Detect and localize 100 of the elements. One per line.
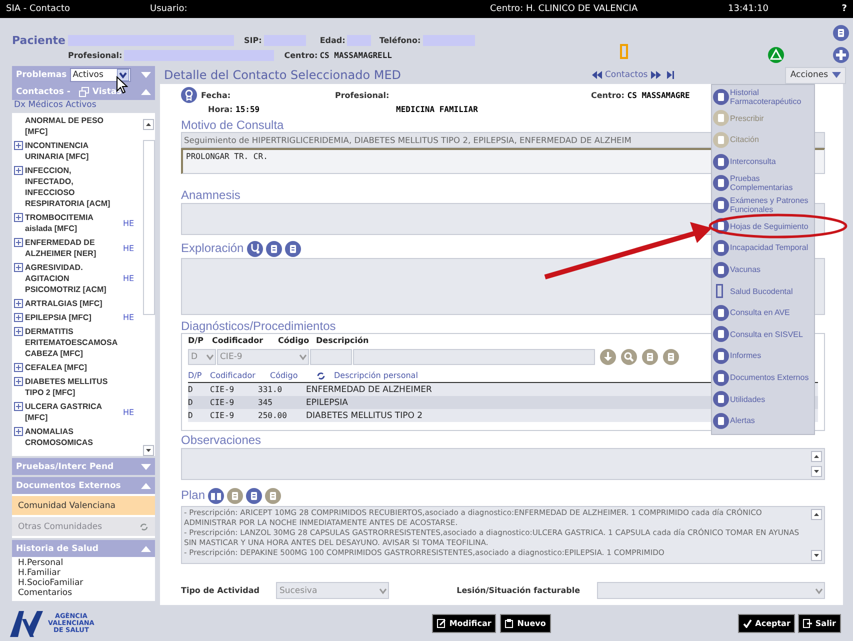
document-icon[interactable]	[227, 488, 244, 504]
scrollbar-thumb[interactable]	[143, 140, 155, 315]
stethoscope-icon[interactable]	[246, 241, 263, 257]
section-title: Anamnesis	[181, 188, 240, 202]
problem-item[interactable]: DERMATITIS ERITEMATOESCAMOSA CABEZA [MFC]	[25, 326, 121, 359]
list-icon[interactable]	[284, 241, 301, 257]
document-icon	[713, 391, 729, 408]
scroll-up-icon[interactable]	[143, 119, 154, 130]
problem-item[interactable]: ENFERMEDAD DE ALZHEIMER [NER]	[25, 237, 121, 259]
phone-label: Teléfono:	[379, 36, 421, 44]
expand-icon[interactable]	[14, 402, 23, 411]
expand-icon[interactable]	[14, 213, 23, 222]
menu-item[interactable]: Interconsulta	[712, 150, 814, 172]
history-link[interactable]: H.Familiar	[18, 568, 149, 578]
windows-icon[interactable]	[246, 488, 262, 504]
problem-tag: HE	[123, 408, 134, 416]
menu-item[interactable]: Historial Farmacoterapéutico	[712, 86, 814, 108]
next-icon[interactable]	[650, 71, 661, 79]
expand-icon[interactable]	[14, 327, 23, 336]
dropdown-arrow-icon[interactable]	[116, 68, 129, 80]
last-icon[interactable]	[666, 71, 674, 79]
menu-item[interactable]: Salud Bucodental	[712, 280, 814, 302]
menu-item[interactable]: Consulta en AVE	[712, 302, 814, 324]
new-button[interactable]: Nuevo	[500, 614, 551, 632]
problem-tag: HE	[123, 218, 134, 228]
expand-icon[interactable]	[14, 166, 23, 175]
column-header[interactable]: Codificador	[210, 371, 270, 380]
column-header[interactable]: Código	[270, 371, 316, 380]
menu-item[interactable]: Hojas de Seguimiento	[712, 216, 814, 238]
section-title: Motivo de Consulta	[181, 118, 284, 132]
history-link[interactable]: H.Personal	[18, 558, 149, 568]
warning-icon[interactable]	[768, 47, 784, 63]
modify-button[interactable]: Modificar	[432, 614, 496, 632]
code-field[interactable]	[310, 349, 352, 365]
menu-item[interactable]: Informes	[712, 345, 814, 367]
expand-icon[interactable]	[14, 263, 23, 272]
expand-icon[interactable]	[14, 141, 23, 150]
actions-button[interactable]: Acciones	[785, 66, 846, 84]
scroll-up-icon[interactable]	[811, 509, 822, 520]
professional-label: Profesional:	[335, 90, 390, 100]
problem-item[interactable]: CEFALEA [MFC]	[25, 362, 121, 373]
expand-icon[interactable]	[14, 299, 23, 308]
problem-item[interactable]: INCONTINENCIA URINARIA [MFC]	[25, 140, 121, 162]
document-icon[interactable]	[642, 349, 658, 365]
menu-item[interactable]: Consulta en SISVEL	[712, 324, 814, 346]
book-icon[interactable]	[208, 488, 224, 504]
expand-icon[interactable]	[14, 427, 23, 436]
description-field[interactable]	[353, 349, 595, 365]
community-tab[interactable]: Comunidad Valenciana	[12, 496, 155, 515]
plan-field[interactable]	[181, 506, 825, 564]
clipboard-icon	[505, 618, 514, 628]
menu-item[interactable]: Exámenes y Patrones Funcionales	[712, 194, 814, 216]
previous-icon[interactable]	[592, 71, 602, 79]
plus-icon[interactable]	[833, 47, 849, 63]
observations-field[interactable]	[181, 448, 825, 480]
history-link[interactable]: Comentarios	[18, 588, 149, 598]
expand-icon[interactable]	[14, 377, 23, 386]
accept-button[interactable]: Aceptar	[738, 614, 796, 632]
problem-item[interactable]: ANOMALIAS CROMOSOMICAS	[25, 426, 121, 448]
expand-icon[interactable]	[14, 363, 23, 372]
problem-item[interactable]: AGRESIVIDAD. AGITACION PSICOMOTRIZ [ACM]	[25, 262, 121, 295]
problem-item[interactable]: TROMBOCITEMIA aislada [MFC]	[25, 212, 121, 234]
document-icon[interactable]	[265, 488, 282, 504]
expand-icon[interactable]	[14, 238, 23, 247]
table-cell-text: 331.0	[258, 385, 284, 394]
document-icon	[713, 240, 729, 256]
problem-item[interactable]: ANORMAL DE PESO [MFC]	[25, 115, 121, 137]
section-title: Observaciones	[181, 433, 262, 447]
document-icon[interactable]	[833, 25, 849, 41]
section-title: Plan	[181, 488, 206, 502]
menu-item[interactable]: Incapacidad Temporal	[712, 237, 814, 259]
refresh-icon[interactable]	[316, 370, 326, 380]
problem-item[interactable]: ARTRALGIAS [MFC]	[25, 298, 121, 309]
problems-filter-select[interactable]: Activos	[70, 68, 131, 82]
problem-item[interactable]: ULCERA GASTRICA [MFC]	[25, 401, 121, 423]
list-icon[interactable]	[663, 349, 679, 365]
exit-button[interactable]: Salir	[798, 614, 841, 632]
specialty-value: MEDICINA FAMILIAR	[396, 104, 478, 114]
menu-item[interactable]: Pruebas Complementarias	[712, 172, 814, 194]
problem-item[interactable]: DIABETES MELLITUS TIPO 2 [MFC]	[25, 376, 121, 398]
problem-item[interactable]: INFECCION, INFECTADO, INFECCIOSO RESPIRATORIA [ACM]	[25, 165, 121, 209]
expand-icon[interactable]	[14, 313, 23, 322]
menu-item[interactable]: Alertas	[712, 410, 814, 432]
table-cell-text: CIE-9	[210, 398, 236, 407]
menu-item[interactable]: Documentos Externos	[712, 366, 814, 388]
scroll-down-icon[interactable]	[143, 445, 154, 456]
column-header[interactable]: Descripción personal	[334, 371, 418, 380]
download-icon[interactable]	[600, 349, 616, 365]
problem-item[interactable]: EPILEPSIA [MFC]	[25, 312, 121, 323]
column-header[interactable]: D/P	[188, 371, 210, 380]
scroll-down-icon[interactable]	[811, 466, 822, 477]
search-icon[interactable]	[621, 349, 637, 365]
history-link[interactable]: H.SocioFamiliar	[18, 578, 149, 588]
document-icon[interactable]	[266, 241, 282, 257]
scroll-down-icon[interactable]	[811, 550, 822, 561]
help-link[interactable]: ?	[842, 4, 847, 14]
scroll-up-icon[interactable]	[811, 451, 822, 462]
menu-item[interactable]: Vacunas	[712, 258, 814, 280]
menu-item[interactable]: Utilidades	[712, 388, 814, 410]
document-icon	[713, 370, 729, 386]
